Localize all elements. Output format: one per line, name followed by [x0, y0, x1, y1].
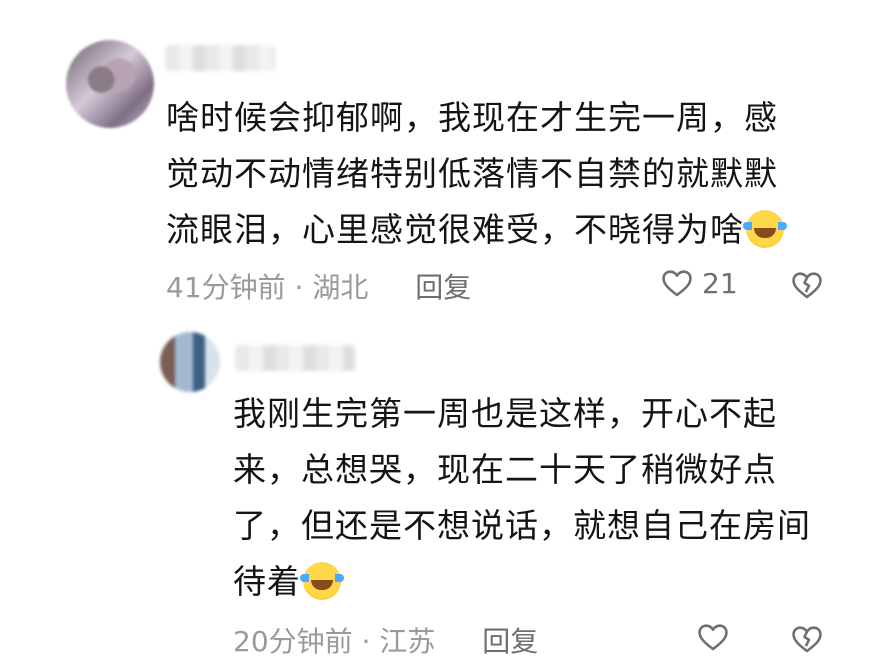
comment-text: 啥时候会抑郁啊，我现在才生完一周，感 觉动不动情绪特别低落情不自禁的就默默 流眼…	[166, 90, 816, 258]
like-count: 21	[702, 266, 738, 300]
reply-button[interactable]: 回复	[482, 625, 538, 658]
comment-text-line: 我刚生完第一周也是这样，开心不起	[233, 394, 777, 433]
meta-separator: ·	[285, 271, 313, 304]
comment-location: 湖北	[312, 271, 369, 304]
comment-text-line: 流眼泪，心里感觉很难受，不晓得为啥	[166, 202, 816, 258]
comment-text-line-content: 待着	[233, 562, 301, 601]
heart-outline-icon	[662, 270, 692, 297]
comment-text-line-content: 流眼泪，心里感觉很难受，不晓得为啥	[166, 210, 744, 249]
avatar[interactable]	[160, 332, 220, 392]
rolling-laughing-emoji-icon	[300, 562, 344, 600]
broken-heart-icon[interactable]	[790, 622, 824, 656]
comment-meta: 20分钟前 · 江苏 回复	[233, 620, 538, 660]
comment-text-line: 了，但还是不想说话，就想自己在房间	[233, 506, 811, 545]
username-blurred[interactable]	[165, 45, 275, 71]
like-button[interactable]: 21	[660, 266, 738, 300]
username-blurred[interactable]	[235, 345, 355, 371]
comment-text-line: 啥时候会抑郁啊，我现在才生完一周，感	[166, 98, 778, 137]
comment-text-line: 待着	[233, 554, 843, 610]
comment-text-line: 来，总想哭，现在二十天了稍微好点	[233, 450, 777, 489]
comment-time: 20分钟前	[233, 625, 353, 658]
heart-outline-icon	[698, 624, 728, 651]
like-button[interactable]	[696, 620, 738, 654]
comment-time: 41分钟前	[166, 271, 286, 304]
comment-location: 江苏	[379, 625, 436, 658]
meta-separator: ·	[352, 625, 380, 658]
comment-meta: 41分钟前 · 湖北 回复	[166, 266, 471, 306]
broken-heart-icon[interactable]	[790, 268, 824, 302]
comment-text: 我刚生完第一周也是这样，开心不起 来，总想哭，现在二十天了稍微好点 了，但还是不…	[233, 386, 843, 610]
reply-button[interactable]: 回复	[415, 271, 471, 304]
comment-text-line: 觉动不动情绪特别低落情不自禁的就默默	[166, 154, 778, 193]
crying-laughing-emoji-icon	[743, 210, 787, 248]
avatar[interactable]	[66, 40, 154, 128]
